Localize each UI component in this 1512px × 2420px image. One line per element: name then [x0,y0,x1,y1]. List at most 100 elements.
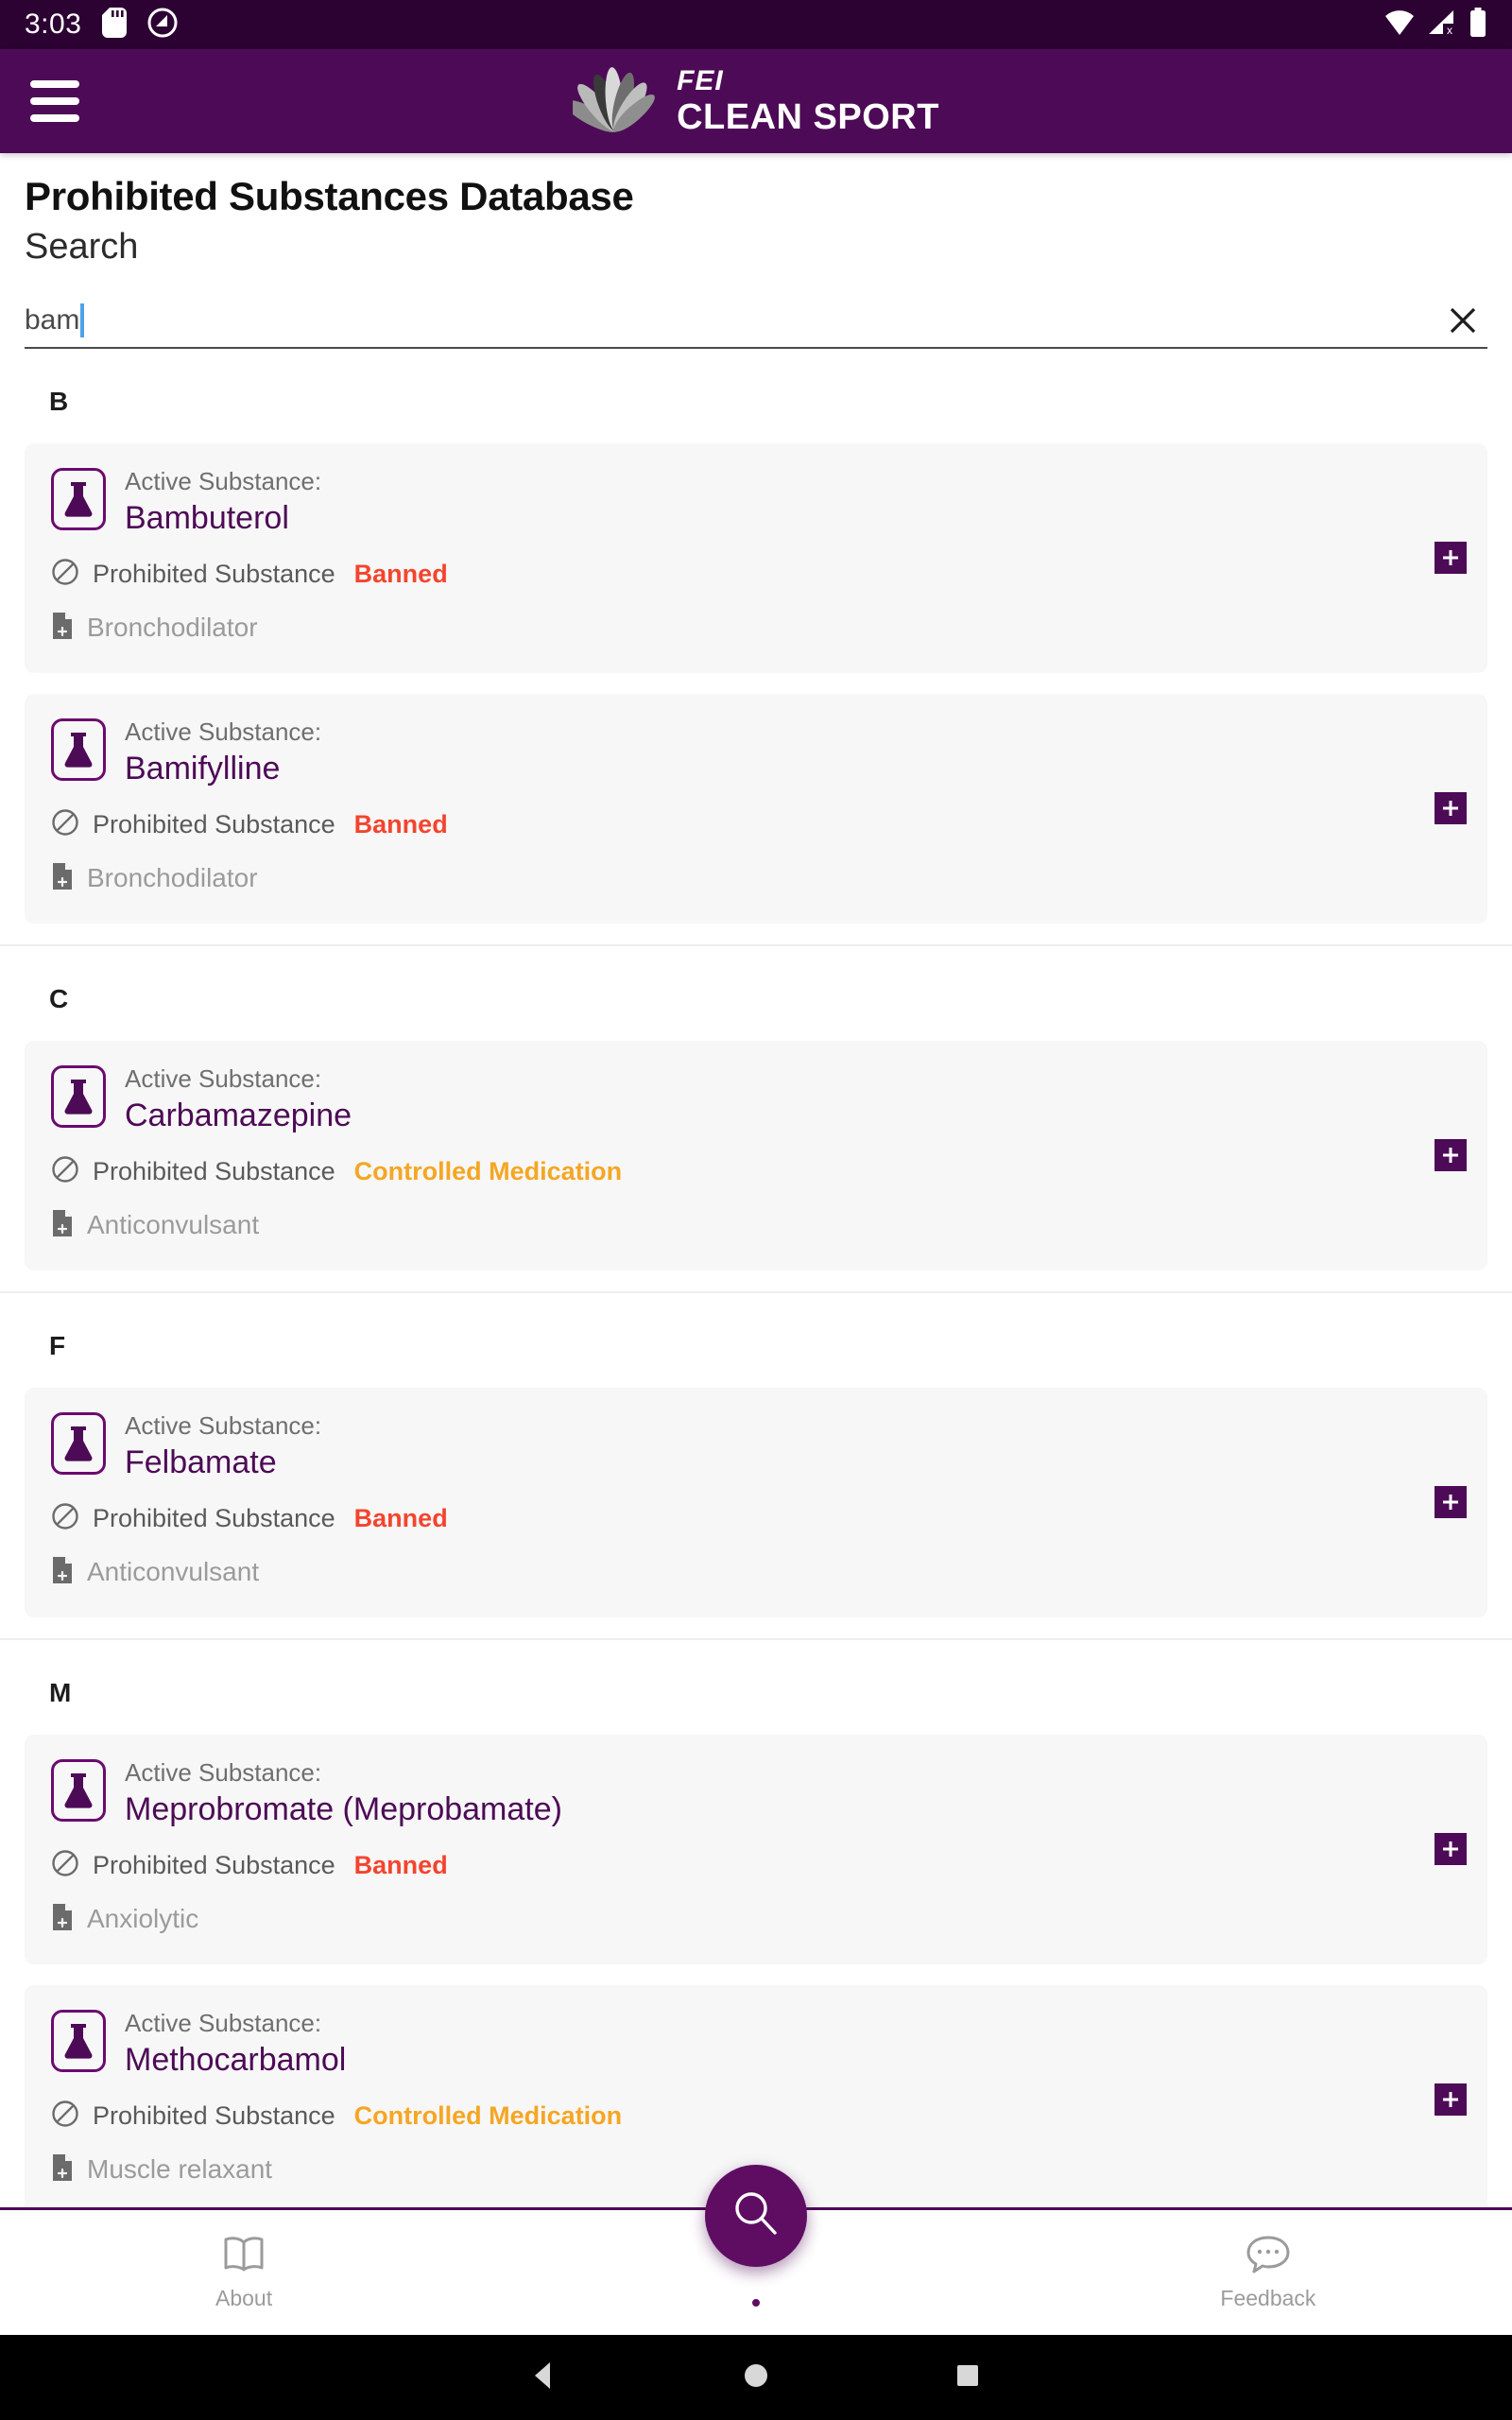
book-icon [222,2234,266,2278]
chat-bubble-icon [1246,2234,1291,2278]
search-fab-button[interactable] [705,2165,807,2267]
no-entry-icon [51,808,79,841]
substance-card[interactable]: Active Substance: Bamifylline Prohibited S… [25,693,1487,924]
home-circle-icon[interactable] [740,2360,772,2396]
fei-petals-logo-icon [564,60,660,144]
prohibited-status-row: Prohibited Substance Banned [51,1502,1461,1535]
close-icon[interactable] [1442,300,1484,341]
page-title: Prohibited Substances Database [25,174,634,218]
status-badge: Controlled Medication [353,2100,623,2130]
substance-card[interactable]: Active Substance: Carbamazepine Prohibited… [25,1040,1487,1270]
substance-category: Anxiolytic [87,1904,199,1934]
app-screen: 3:03 x FEI CLEAN SPORT Prohibited Substa… [0,0,1512,2420]
active-substance-label: Active Substance: [125,2008,322,2037]
substance-name: Bambuterol [125,499,289,536]
battery-full-icon [1469,7,1487,43]
brand-logo[interactable]: FEI CLEAN SPORT [564,60,939,144]
prohibited-substance-label: Prohibited Substance [93,1850,335,1879]
document-add-icon [51,612,74,645]
add-button[interactable] [1435,1833,1467,1866]
card-header: Active Substance: Meprobromate (Meprobama… [51,1757,1461,1828]
search-field[interactable]: bam [25,294,1487,349]
document-add-icon [51,1556,74,1589]
hamburger-line [30,80,79,88]
substance-card[interactable]: Active Substance: Bambuterol Prohibited Su… [25,443,1487,673]
prohibited-status-row: Prohibited Substance Banned [51,1849,1461,1882]
svg-text:x: x [1447,24,1452,37]
results-list[interactable]: B Active Substance: Bambuterol Prohibited S… [0,349,1512,2357]
prohibited-status-row: Prohibited Substance Controlled Medicatio… [51,2100,1461,2133]
status-badge: Banned [353,559,448,588]
nav-label-about: About [215,2286,273,2310]
substance-name: Methocarbamol [125,2041,347,2078]
substance-category: Bronchodilator [87,863,258,893]
substance-category: Bronchodilator [87,613,258,643]
no-entry-icon [51,1849,79,1882]
search-icon [729,2187,783,2246]
flask-icon [51,717,106,781]
hamburger-line [30,114,79,122]
category-row: Anticonvulsant [51,1209,1461,1242]
no-entry-icon [51,1155,79,1188]
card-header: Active Substance: Bamifylline [51,717,1461,787]
plus-icon [1440,1839,1461,1859]
letter-section: F Active Substance: Felbamate Prohibited Su… [0,1290,1512,1617]
status-bar: 3:03 x [0,0,1512,49]
substance-names: Active Substance: Carbamazepine [125,1064,352,1134]
category-row: Anticonvulsant [51,1556,1461,1589]
flask-icon [51,1064,106,1128]
substance-names: Active Substance: Meprobromate (Meprobama… [125,1757,562,1828]
status-badge: Banned [353,1850,448,1879]
active-substance-label: Active Substance: [125,1757,322,1787]
flask-icon [51,1411,106,1475]
plus-icon [1440,798,1461,819]
brand-line-fei: FEI [677,65,724,96]
brand-text-block: FEI CLEAN SPORT [677,65,939,136]
nav-item-feedback[interactable]: Feedback [1024,2234,1512,2311]
plus-icon [1440,547,1461,568]
add-button[interactable] [1435,2083,1467,2117]
add-button[interactable] [1435,542,1467,575]
prohibited-substance-label: Prohibited Substance [93,1156,335,1185]
substance-names: Active Substance: Methocarbamol [125,2008,347,2079]
card-header: Active Substance: Felbamate [51,1411,1461,1481]
prohibited-substance-label: Prohibited Substance [93,2100,335,2130]
hamburger-menu-icon[interactable] [30,80,79,122]
sd-card-icon [102,7,128,43]
prohibited-substance-label: Prohibited Substance [93,559,335,588]
search-input[interactable]: bam [25,304,79,337]
active-substance-label: Active Substance: [125,717,322,746]
back-triangle-icon[interactable] [528,2360,560,2396]
status-badge: Banned [353,809,448,838]
substance-category: Muscle relaxant [87,2154,273,2185]
prohibited-status-row: Prohibited Substance Banned [51,558,1461,591]
status-bar-left: 3:03 [25,7,178,43]
flask-icon [51,468,106,530]
status-badge: Controlled Medication [353,1156,623,1185]
category-row: Anxiolytic [51,1903,1461,1936]
add-button[interactable] [1435,1486,1467,1519]
substance-card[interactable]: Active Substance: Felbamate Prohibited Sub… [25,1387,1487,1617]
page-header: Prohibited Substances Database Search [0,153,1512,268]
letter-section: C Active Substance: Carbamazepine Prohibite… [0,943,1512,1270]
document-add-icon [51,862,74,895]
text-cursor [80,303,85,337]
substance-name: Bamifylline [125,750,281,786]
card-header: Active Substance: Carbamazepine [51,1064,1461,1134]
add-button[interactable] [1435,792,1467,825]
flask-icon [51,2009,106,2072]
add-button[interactable] [1435,1139,1467,1172]
substance-names: Active Substance: Bambuterol [125,467,321,537]
plus-icon [1440,1145,1461,1166]
document-add-icon [51,1209,74,1242]
flask-icon [51,1758,106,1822]
prohibited-substance-label: Prohibited Substance [93,809,335,838]
nav-item-about[interactable]: About [0,2234,488,2311]
recents-square-icon[interactable] [952,2360,984,2396]
system-navigation-bar [0,2335,1512,2420]
status-badge: Banned [353,1503,448,1532]
section-letter-header: F [49,1330,66,1360]
substance-card[interactable]: Active Substance: Meprobromate (Meprobama… [25,1734,1487,1964]
document-add-icon [51,2153,74,2187]
home-indicator-dot [752,2299,760,2307]
